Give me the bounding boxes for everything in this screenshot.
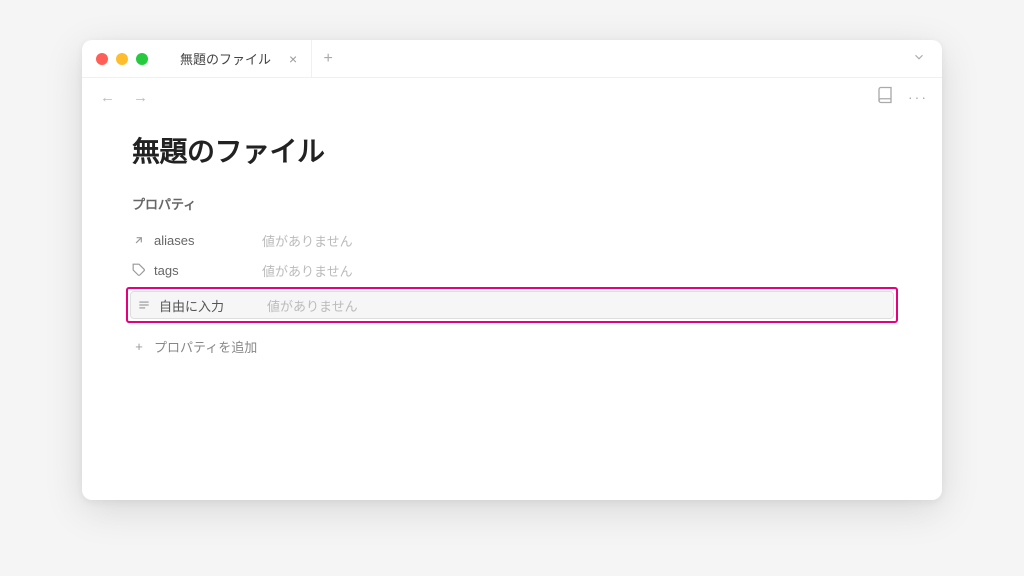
tag-icon <box>132 263 146 277</box>
property-key-label: aliases <box>154 233 194 248</box>
property-key-label[interactable]: 自由に入力 <box>159 296 224 315</box>
minimize-window-button[interactable] <box>116 53 128 65</box>
collapse-chevron-icon[interactable] <box>912 50 926 67</box>
content-area: 無題のファイル プロパティ aliases 値がありません tags 値がありま… <box>82 116 942 500</box>
property-key-label: tags <box>154 263 179 278</box>
tab-active[interactable]: 無題のファイル × <box>166 40 312 77</box>
property-row-aliases[interactable]: aliases 値がありません <box>132 225 892 255</box>
property-value[interactable]: 値がありません <box>263 296 893 315</box>
property-value[interactable]: 値がありません <box>258 261 892 280</box>
toolbar: ← → ··· <box>82 78 942 116</box>
new-tab-button[interactable]: + <box>312 40 344 77</box>
tab-title: 無題のファイル <box>180 49 271 68</box>
properties-section-label: プロパティ <box>132 194 892 213</box>
maximize-window-button[interactable] <box>136 53 148 65</box>
window-controls <box>82 53 148 65</box>
property-value[interactable]: 値がありません <box>258 231 892 250</box>
text-lines-icon <box>137 298 151 312</box>
highlighted-property-row: 自由に入力 値がありません <box>126 287 898 323</box>
property-row-freetext[interactable]: 自由に入力 値がありません <box>130 291 894 319</box>
close-window-button[interactable] <box>96 53 108 65</box>
property-key: 自由に入力 <box>137 296 263 315</box>
property-key: tags <box>132 263 258 278</box>
more-menu-icon[interactable]: ··· <box>908 89 928 105</box>
app-window: 無題のファイル × + ← → ··· 無題のファイル プロパティ ali <box>82 40 942 500</box>
back-button[interactable]: ← <box>96 87 119 108</box>
add-property-label: プロパティを追加 <box>154 337 257 356</box>
toolbar-right: ··· <box>876 86 928 109</box>
alias-arrow-icon <box>132 233 146 247</box>
close-tab-icon[interactable]: × <box>289 51 297 67</box>
titlebar: 無題のファイル × + <box>82 40 942 78</box>
property-row-tags[interactable]: tags 値がありません <box>132 255 892 285</box>
add-property-button[interactable]: + プロパティを追加 <box>132 333 892 360</box>
plus-icon: + <box>132 339 146 354</box>
forward-button[interactable]: → <box>129 87 152 108</box>
reading-view-icon[interactable] <box>876 86 894 109</box>
property-key: aliases <box>132 233 258 248</box>
page-title[interactable]: 無題のファイル <box>132 130 892 170</box>
tab-bar: 無題のファイル × + <box>166 40 344 77</box>
